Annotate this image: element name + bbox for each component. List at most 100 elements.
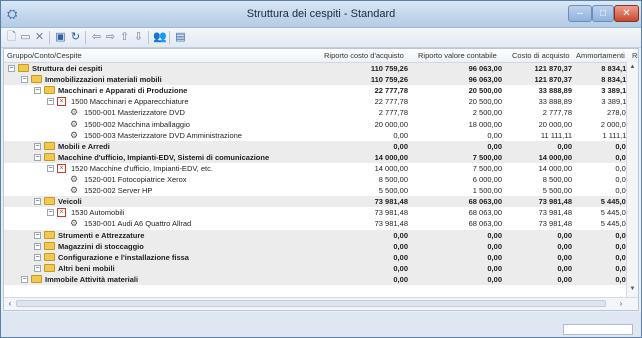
cell-acquisition-cost: 0,00 (557, 241, 572, 251)
collapse-toggle-icon[interactable]: − (34, 242, 41, 250)
cell-depreciation: 1 111,11 (602, 130, 630, 140)
row-label: 1520-001 Fotocopiatrice Xerox (84, 175, 187, 184)
cell-carried-cost: 14 000,00 (374, 163, 408, 173)
table-row[interactable]: − Veicoli 73 981,48 68 063,00 73 981,48 5 445… (4, 196, 638, 208)
collapse-toggle-icon[interactable]: − (34, 231, 41, 239)
table-row[interactable]: − Altri beni mobili 0,00 0,00 0,00 0,00 (4, 262, 638, 274)
table-row[interactable]: − Magazzini di stoccaggio 0,00 0,00 0,00 0,00 (4, 240, 638, 252)
table-row[interactable]: ⚙ 1500-001 Masterizzatore DVD 2 777,78 2 50… (4, 107, 638, 118)
row-label: Magazzini di stoccaggio (58, 241, 144, 251)
table-row[interactable]: − Mobili e Arredi 0,00 0,00 0,00 0,00 (4, 140, 638, 152)
table-row[interactable]: ⚙ 1500-002 Macchina imballaggio 20 000,00 1… (4, 119, 638, 130)
collapse-toggle-icon[interactable]: − (21, 76, 28, 84)
collapse-toggle-icon[interactable]: − (47, 98, 54, 106)
minimize-button[interactable]: – (568, 5, 592, 22)
column-header-carried-book-value[interactable]: Riporto valore contabile (418, 51, 497, 60)
cell-carried-book-value: 68 063,00 (468, 197, 502, 207)
scroll-left-icon[interactable]: ‹ (5, 299, 15, 309)
column-header-group[interactable]: Gruppo/Conto/Cespite (7, 51, 82, 60)
row-label: Configurazione e l'installazione fissa (58, 252, 189, 262)
cell-depreciation: 0,00 (615, 186, 630, 196)
collapse-toggle-icon[interactable]: − (21, 275, 28, 283)
collapse-toggle-icon[interactable]: − (34, 87, 41, 95)
arrow-left-icon[interactable]: ⇦ (90, 31, 103, 44)
collapse-toggle-icon[interactable]: − (34, 153, 41, 161)
column-header-carried-cost[interactable]: Riporto costo d'acquisto (324, 51, 404, 60)
cell-carried-cost: 0,00 (393, 241, 408, 251)
horizontal-scrollbar[interactable]: ‹ › (4, 297, 638, 310)
cell-carried-book-value: 68 063,00 (468, 219, 502, 229)
cell-carried-book-value: 7 500,00 (472, 152, 502, 162)
table-row[interactable]: − Macchinari e Apparati di Produzione 22 7… (4, 85, 638, 96)
cell-carried-book-value: 0,00 (487, 130, 502, 140)
column-header-acquisition-cost[interactable]: Costo di acquisto (512, 51, 570, 60)
users-icon[interactable]: 👥 (153, 31, 167, 44)
delete-icon[interactable]: ✕ (33, 31, 46, 44)
vertical-scrollbar[interactable]: ▲ ▼ (626, 62, 638, 298)
table-row[interactable]: − Immobilizzazioni materiali mobili 110 75… (4, 74, 638, 86)
column-header-truncated[interactable]: Ri (632, 51, 638, 60)
cell-depreciation: 5 445,00 (600, 219, 630, 229)
row-label: Macchine d'ufficio, Impianti-EDV, Sistem… (58, 152, 270, 162)
cell-acquisition-cost: 0,00 (557, 141, 572, 151)
collapse-toggle-icon[interactable]: − (47, 209, 54, 217)
refresh-icon[interactable]: ↻ (69, 31, 82, 44)
arrow-up-icon[interactable]: ⇧ (118, 31, 131, 44)
cell-carried-cost: 22 777,78 (374, 97, 408, 107)
row-label: 1500 Macchinari e Apparecchiature (71, 97, 189, 107)
cell-depreciation: 0,00 (615, 252, 630, 262)
title-bar[interactable]: ⛭ Struttura dei cespiti - Standard – □ ✕ (1, 1, 641, 28)
account-icon: × (57, 163, 66, 173)
cell-carried-cost: 73 981,48 (374, 208, 408, 218)
account-icon: × (57, 97, 66, 107)
table-row[interactable]: ⚙ 1530-001 Audi A6 Quattro Allrad 73 981,4… (4, 218, 638, 229)
table-row[interactable]: ⚙ 1500-003 Masterizzatore DVD Amministraz… (4, 130, 638, 141)
row-label: 1520-002 Server HP (84, 186, 153, 196)
collapse-toggle-icon[interactable]: − (34, 253, 41, 261)
collapse-toggle-icon[interactable]: − (34, 198, 41, 206)
new-document-icon[interactable]: 🗋 (5, 31, 18, 44)
cell-carried-book-value: 18 000,00 (468, 119, 502, 129)
cell-carried-cost: 0,00 (393, 252, 408, 262)
arrow-down-icon[interactable]: ⇩ (132, 31, 145, 44)
close-button[interactable]: ✕ (614, 5, 639, 22)
cell-acquisition-cost: 20 000,00 (538, 119, 572, 129)
table-row[interactable]: − × 1530 Automobili 73 981,48 68 063,00 73 98… (4, 207, 638, 218)
status-field (563, 324, 633, 335)
row-label: Mobili e Arredi (58, 141, 110, 151)
cell-acquisition-cost: 2 777,78 (542, 108, 572, 118)
maximize-button[interactable]: □ (592, 5, 614, 22)
table-row[interactable]: − Immobile Attività materiali 0,00 0,00 0,00… (4, 273, 638, 285)
table-row[interactable]: ⚙ 1520-002 Server HP 5 500,00 1 500,00 5 500… (4, 185, 638, 196)
move-icon[interactable]: ▣ (54, 31, 67, 44)
arrow-right-icon[interactable]: ⇨ (104, 31, 117, 44)
collapse-toggle-icon[interactable]: − (47, 164, 54, 172)
column-header-depreciation[interactable]: Ammortamenti (576, 51, 625, 60)
table-row[interactable]: − × 1500 Macchinari e Apparecchiature 22 77… (4, 96, 638, 107)
collapse-toggle-icon[interactable]: − (34, 264, 41, 272)
table-row[interactable]: ⚙ 1520-001 Fotocopiatrice Xerox 8 500,00 6 … (4, 174, 638, 185)
account-icon: × (57, 208, 66, 218)
cell-carried-book-value: 2 500,00 (472, 108, 502, 118)
save-icon[interactable]: ▭ (19, 31, 32, 44)
cell-carried-book-value: 6 000,00 (472, 175, 502, 184)
table-row[interactable]: − Macchine d'ufficio, Impianti-EDV, Siste… (4, 151, 638, 163)
table-row[interactable]: − Strumenti e Attrezzature 0,00 0,00 0,00 0,0… (4, 229, 638, 241)
export-icon[interactable]: ▤ (174, 31, 187, 44)
cell-depreciation: 0,00 (615, 175, 630, 184)
table-row[interactable]: − Configurazione e l'installazione fissa 0… (4, 251, 638, 263)
scroll-down-icon[interactable]: ▼ (627, 286, 638, 296)
collapse-toggle-icon[interactable]: − (34, 142, 41, 150)
collapse-toggle-icon[interactable]: − (8, 65, 15, 72)
table-row[interactable]: − × 1520 Macchine d'ufficio, Impianti-EDV,… (4, 163, 638, 174)
toolbar: 🗋 ▭ ✕ ▣ ↻ ⇦ ⇨ ⇧ ⇩ 👥 ▤ (1, 28, 641, 48)
table-row[interactable]: − Struttura dei cespiti 110 759,26 96 063,0… (4, 63, 638, 74)
cell-carried-book-value: 20 500,00 (468, 86, 502, 96)
row-label: 1530-001 Audi A6 Quattro Allrad (84, 219, 192, 229)
scroll-up-icon[interactable]: ▲ (627, 64, 638, 74)
cell-acquisition-cost: 73 981,48 (538, 197, 572, 207)
scroll-right-icon[interactable]: › (616, 299, 626, 309)
row-label: Macchinari e Apparati di Produzione (58, 86, 188, 96)
cell-acquisition-cost: 11 111,11 (540, 130, 572, 140)
horizontal-scroll-thumb[interactable] (16, 300, 606, 307)
